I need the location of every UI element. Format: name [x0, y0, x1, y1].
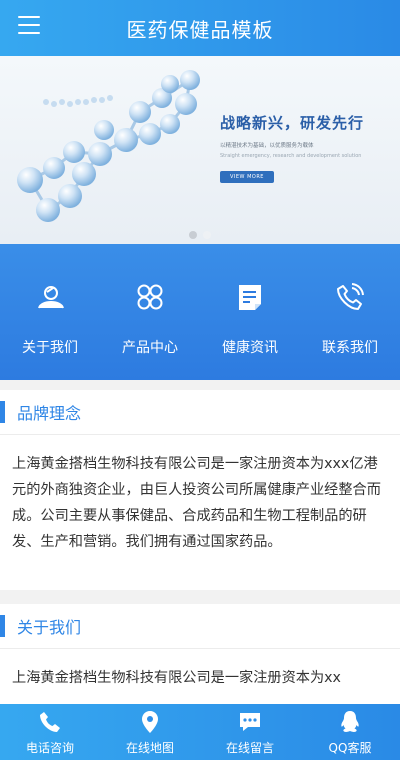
- phone-consult-button[interactable]: 电话咨询: [0, 704, 100, 760]
- section-accent-bar: [0, 401, 5, 423]
- slider-dots: [189, 231, 211, 239]
- section-header: 品牌理念: [0, 390, 400, 435]
- slider-dot-2[interactable]: [203, 231, 211, 239]
- document-icon: [239, 285, 261, 310]
- nav-health-news-label: 健康资讯: [222, 340, 278, 356]
- qq-service-button[interactable]: QQ客服: [300, 704, 400, 760]
- banner-headline: 战略新兴，研发先行: [220, 114, 365, 132]
- banner-slider[interactable]: 战略新兴，研发先行 以精湛技术为基础，以优质服务为载体 Straight eme…: [0, 56, 400, 244]
- online-map-label: 在线地图: [125, 741, 174, 755]
- section-title[interactable]: 关于我们: [17, 614, 81, 638]
- online-message-button[interactable]: 在线留言: [200, 704, 300, 760]
- banner-caption: 战略新兴，研发先行 以精湛技术为基础，以优质服务为载体 Straight eme…: [220, 112, 395, 183]
- grid-icon: [137, 284, 163, 310]
- nav-health-news[interactable]: 健康资讯: [200, 244, 300, 380]
- menu-icon[interactable]: [18, 16, 40, 34]
- section-title[interactable]: 品牌理念: [17, 400, 81, 424]
- section-body: 上海黄金搭档生物科技有限公司是一家注册资本为xx: [12, 670, 341, 686]
- nav-contact-us-label: 联系我们: [322, 340, 378, 356]
- nav-about-us-label: 关于我们: [22, 340, 78, 356]
- user-icon: [38, 286, 64, 309]
- map-pin-icon: [142, 711, 158, 733]
- brand-concept-section: 品牌理念 上海黄金搭档生物科技有限公司是一家注册资本为xxx亿港元的外商独资企业…: [0, 390, 400, 590]
- page-title: 医药保健品模板: [126, 17, 274, 42]
- bottom-action-bar: 电话咨询 在线地图 在线留言 QQ客服: [0, 704, 400, 760]
- top-header: 医药保健品模板: [0, 0, 400, 56]
- nav-about-us[interactable]: 关于我们: [0, 244, 100, 380]
- phone-icon: [40, 712, 60, 732]
- phone-icon: [337, 283, 364, 310]
- page: 医药保健品模板 战略新兴，研发先行 以精湛技术为基础，以优质服务为载体 Stra…: [0, 0, 400, 760]
- nav-products[interactable]: 产品中心: [100, 244, 200, 380]
- section-accent-bar: [0, 615, 5, 637]
- chat-icon: [240, 713, 260, 731]
- view-more-button[interactable]: VIEW MORE: [220, 171, 274, 183]
- phone-consult-label: 电话咨询: [25, 741, 74, 755]
- online-message-label: 在线留言: [225, 741, 274, 755]
- qq-icon: [341, 711, 359, 732]
- quick-nav: 关于我们 产品中心 健康资讯 联系我们: [0, 244, 400, 380]
- online-map-button[interactable]: 在线地图: [100, 704, 200, 760]
- nav-contact-us[interactable]: 联系我们: [300, 244, 400, 380]
- banner-subtitle-cn: 以精湛技术为基础，以优质服务为载体: [220, 143, 314, 149]
- qq-service-label: QQ客服: [328, 741, 372, 755]
- section-body: 上海黄金搭档生物科技有限公司是一家注册资本为xxx亿港元的外商独资企业，由巨人投…: [12, 456, 381, 550]
- slider-dot-1[interactable]: [189, 231, 197, 239]
- section-header: 关于我们: [0, 604, 400, 649]
- nav-products-label: 产品中心: [122, 340, 178, 356]
- banner-subtitle-en: Straight emergency, research and develop…: [220, 153, 362, 159]
